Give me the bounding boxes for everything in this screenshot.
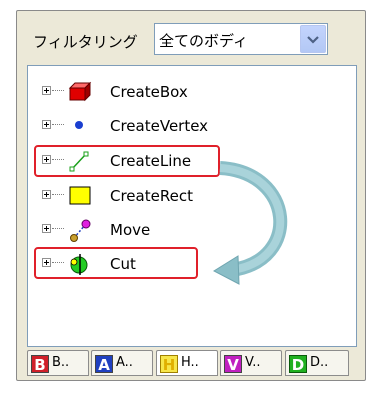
filter-select[interactable]: 全てのボディ: [154, 23, 328, 55]
tab-d-icon: D: [289, 355, 307, 374]
curved-arrow-icon: [212, 161, 288, 285]
tree-connector: [52, 90, 64, 91]
tree-item-move[interactable]: Move: [28, 218, 356, 242]
tree-item-createbox[interactable]: CreateBox: [28, 80, 356, 104]
tab-a-icon: A: [95, 355, 113, 374]
rect-icon: [66, 184, 92, 208]
tree-item-label: Move: [110, 221, 151, 239]
tree-connector: [52, 228, 64, 229]
tree-connector: [52, 194, 64, 195]
tab-label: H..: [181, 355, 199, 370]
tab-h-icon: H: [160, 355, 178, 374]
expand-icon[interactable]: [42, 86, 51, 95]
tab-d[interactable]: D D..: [285, 350, 349, 376]
tab-label: V..: [245, 355, 261, 370]
tree-connector: [52, 124, 64, 125]
tree-item-createvertex[interactable]: CreateVertex: [28, 114, 356, 138]
tab-v[interactable]: V V..: [220, 350, 282, 376]
tree-item-label: CreateBox: [110, 83, 188, 101]
tab-label: A..: [116, 355, 133, 370]
tab-b[interactable]: B B..: [27, 350, 89, 376]
tab-label: D..: [310, 355, 329, 370]
move-icon: [66, 218, 92, 242]
tree-item-createrect[interactable]: CreateRect: [28, 184, 356, 208]
vertex-icon: [66, 114, 92, 138]
expand-icon[interactable]: [42, 224, 51, 233]
expand-icon[interactable]: [42, 190, 51, 199]
highlight-box-createline: [34, 145, 220, 177]
history-tree[interactable]: CreateBox CreateVertex CreateLine Create…: [27, 65, 357, 347]
filter-row: フィルタリング 全てのボディ: [27, 23, 357, 57]
tree-item-label: CreateVertex: [110, 117, 209, 135]
tab-h[interactable]: H H..: [156, 350, 218, 376]
tab-b-icon: B: [31, 355, 49, 374]
chevron-down-icon: [307, 36, 319, 44]
tab-a[interactable]: A A..: [91, 350, 153, 376]
expand-icon[interactable]: [42, 120, 51, 129]
dropdown-button[interactable]: [300, 25, 326, 53]
filter-label: フィルタリング: [33, 33, 138, 51]
filter-select-value: 全てのボディ: [159, 32, 248, 50]
history-panel: フィルタリング 全てのボディ CreateBox CreateVertex Cr…: [16, 10, 366, 381]
tree-item-label: CreateRect: [110, 187, 193, 205]
highlight-box-cut: [34, 247, 198, 279]
tab-v-icon: V: [224, 355, 242, 374]
tab-label: B..: [52, 355, 70, 370]
tab-bar: B B.. A A.. H H.. V V.. D D..: [27, 350, 359, 376]
box-icon: [66, 80, 92, 104]
